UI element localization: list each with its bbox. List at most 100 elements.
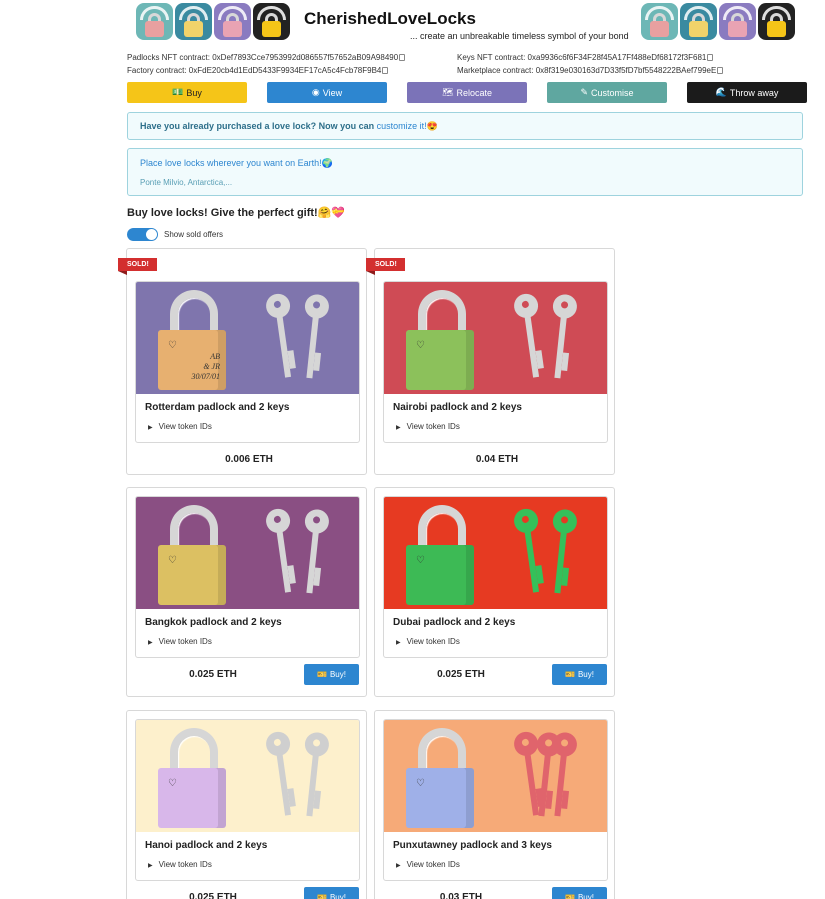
toggle-switch[interactable] (127, 228, 158, 241)
offer-inner-card: ♡ AB & JR 30/07/01 Rotterdam padlock and 2 k… (135, 281, 360, 443)
offer-title: Rotterdam padlock and 2 keys (145, 402, 290, 413)
lovelock-logo-icon (641, 3, 678, 40)
padlock-image: ♡ (384, 497, 607, 609)
view-token-ids-toggle[interactable]: ▶ View token IDs (148, 637, 212, 646)
offer-buy-button[interactable]: 🎫 Buy! (304, 664, 359, 685)
place-love-locks-link[interactable]: Place love locks wherever you want on Ea… (140, 158, 322, 168)
offer-buy-button[interactable]: 🎫 Buy! (552, 887, 607, 899)
show-sold-toggle[interactable]: Show sold offers (127, 228, 223, 241)
lovelock-logo-icon (175, 3, 212, 40)
lovelock-logo-icon (758, 3, 795, 40)
padlock-icon (406, 768, 474, 828)
sold-ribbon: SOLD! (366, 258, 405, 275)
place-examples: Ponte Milvio, Antarctica,... (140, 178, 233, 187)
action-bar: 💵 Buy ◉ View 🗺 Relocate ✎ Customise 🌊 Throw a… (127, 82, 807, 103)
toggle-label: Show sold offers (164, 230, 223, 239)
view-token-ids-toggle[interactable]: ▶ View token IDs (148, 860, 212, 869)
customize-notice: Have you already purchased a love lock? … (127, 112, 803, 140)
offer-card: ♡ Bangkok padlock and 2 keys ▶ View token I… (126, 487, 367, 697)
offer-title: Punxutawney padlock and 3 keys (393, 840, 552, 851)
offer-card: SOLD! ♡ AB & JR 30/07/01 Rotterdam padlock an… (118, 248, 367, 475)
contracts-left: Padlocks NFT contract: 0xDef7893Cce79539… (127, 51, 406, 77)
section-title: Buy love locks! Give the perfect gift!🤗💝 (127, 207, 346, 219)
key-icon (546, 508, 579, 594)
site-title: CherishedLoveLocks (304, 9, 476, 28)
heart-icon: ♡ (168, 555, 177, 566)
factory-contract: Factory contract: 0xFdE20cb4d1EdD5433F99… (127, 64, 405, 77)
padlock-icon (158, 768, 226, 828)
marketplace-contract: Marketplace contract: 0x8f319e030163d7D3… (457, 64, 724, 77)
copy-icon[interactable] (399, 54, 406, 61)
offer-card: ♡ Hanoi padlock and 2 keys ▶ View token IDs… (126, 710, 367, 899)
caret-right-icon: ▶ (148, 863, 153, 869)
money-icon: 💵 (172, 87, 184, 97)
view-button[interactable]: ◉ View (267, 82, 387, 103)
logo-strip-left (136, 3, 290, 40)
offer-card: ♡ Punxutawney padlock and 3 keys ▶ View tok… (374, 710, 615, 899)
offer-card: SOLD! ♡ Nairobi padlock and 2 keys ▶ View to… (366, 248, 615, 475)
offer-price: 0.025 ETH (189, 669, 237, 680)
ticket-icon: 🎫 (317, 893, 327, 899)
offer-title: Dubai padlock and 2 keys (393, 617, 516, 628)
padlock-icon (158, 545, 226, 605)
caret-right-icon: ▶ (396, 640, 401, 646)
heart-icon: ♡ (416, 340, 425, 351)
view-token-ids-toggle[interactable]: ▶ View token IDs (396, 422, 460, 431)
customize-link[interactable]: customize it! (377, 121, 427, 131)
ticket-icon: 🎫 (565, 893, 575, 899)
contracts-right: Keys NFT contract: 0xa9936c6f6F34F28f45A… (457, 51, 724, 77)
key-icon (264, 507, 296, 593)
heart-icon: ♡ (416, 778, 425, 789)
heart-icon: ♡ (416, 555, 425, 566)
globe-icon: 🌍 (321, 158, 333, 168)
heart-icon: ♡ (168, 778, 177, 789)
heart-icon: ♡ (168, 340, 177, 351)
ticket-icon: 🎫 (565, 670, 575, 679)
caret-right-icon: ▶ (396, 863, 401, 869)
buy-button[interactable]: 💵 Buy (127, 82, 247, 103)
key-icon (546, 293, 579, 379)
caret-right-icon: ▶ (396, 425, 401, 431)
key-icon (298, 508, 331, 594)
place-notice: Place love locks wherever you want on Ea… (127, 148, 803, 196)
offer-title: Bangkok padlock and 2 keys (145, 617, 282, 628)
padlock-icon (406, 545, 474, 605)
copy-icon[interactable] (707, 54, 714, 61)
pencil-icon: ✎ (580, 87, 589, 97)
wave-icon: 🌊 (715, 87, 727, 97)
offer-inner-card: ♡ Nairobi padlock and 2 keys ▶ View token I… (383, 281, 608, 443)
site-tagline: ... create an unbreakable timeless symbo… (410, 31, 629, 41)
view-token-ids-toggle[interactable]: ▶ View token IDs (148, 422, 212, 431)
view-token-ids-toggle[interactable]: ▶ View token IDs (396, 860, 460, 869)
lovelock-logo-icon (719, 3, 756, 40)
lovelock-logo-icon (680, 3, 717, 40)
lovelock-logo-icon (136, 3, 173, 40)
map-icon: 🗺 (442, 87, 454, 97)
padlock-image: ♡ AB & JR 30/07/01 (136, 282, 359, 394)
customise-button[interactable]: ✎ Customise (547, 82, 667, 103)
key-icon (512, 507, 544, 593)
engraving: AB & JR 30/07/01 (191, 352, 220, 381)
offer-buy-button[interactable]: 🎫 Buy! (552, 664, 607, 685)
key-icon (298, 293, 331, 379)
offer-price: 0.025 ETH (437, 669, 485, 680)
offer-price: 0.04 ETH (475, 454, 519, 465)
offer-inner-card: ♡ Dubai padlock and 2 keys ▶ View token IDs (383, 496, 608, 658)
offer-price: 0.025 ETH (189, 892, 237, 899)
lovelock-logo-icon (253, 3, 290, 40)
view-token-ids-toggle[interactable]: ▶ View token IDs (396, 637, 460, 646)
padlock-icon (406, 330, 474, 390)
copy-icon[interactable] (717, 67, 724, 74)
throw-away-button[interactable]: 🌊 Throw away (687, 82, 807, 103)
offer-buy-button[interactable]: 🎫 Buy! (304, 887, 359, 899)
heart-eyes-icon: 😍 (426, 121, 438, 131)
caret-right-icon: ▶ (148, 425, 153, 431)
copy-icon[interactable] (382, 67, 389, 74)
offer-inner-card: ♡ Hanoi padlock and 2 keys ▶ View token IDs (135, 719, 360, 881)
caret-right-icon: ▶ (148, 640, 153, 646)
ticket-icon: 🎫 (317, 670, 327, 679)
relocate-button[interactable]: 🗺 Relocate (407, 82, 527, 103)
offer-title: Nairobi padlock and 2 keys (393, 402, 522, 413)
offer-price: 0.03 ETH (439, 892, 483, 899)
offer-inner-card: ♡ Bangkok padlock and 2 keys ▶ View token I… (135, 496, 360, 658)
